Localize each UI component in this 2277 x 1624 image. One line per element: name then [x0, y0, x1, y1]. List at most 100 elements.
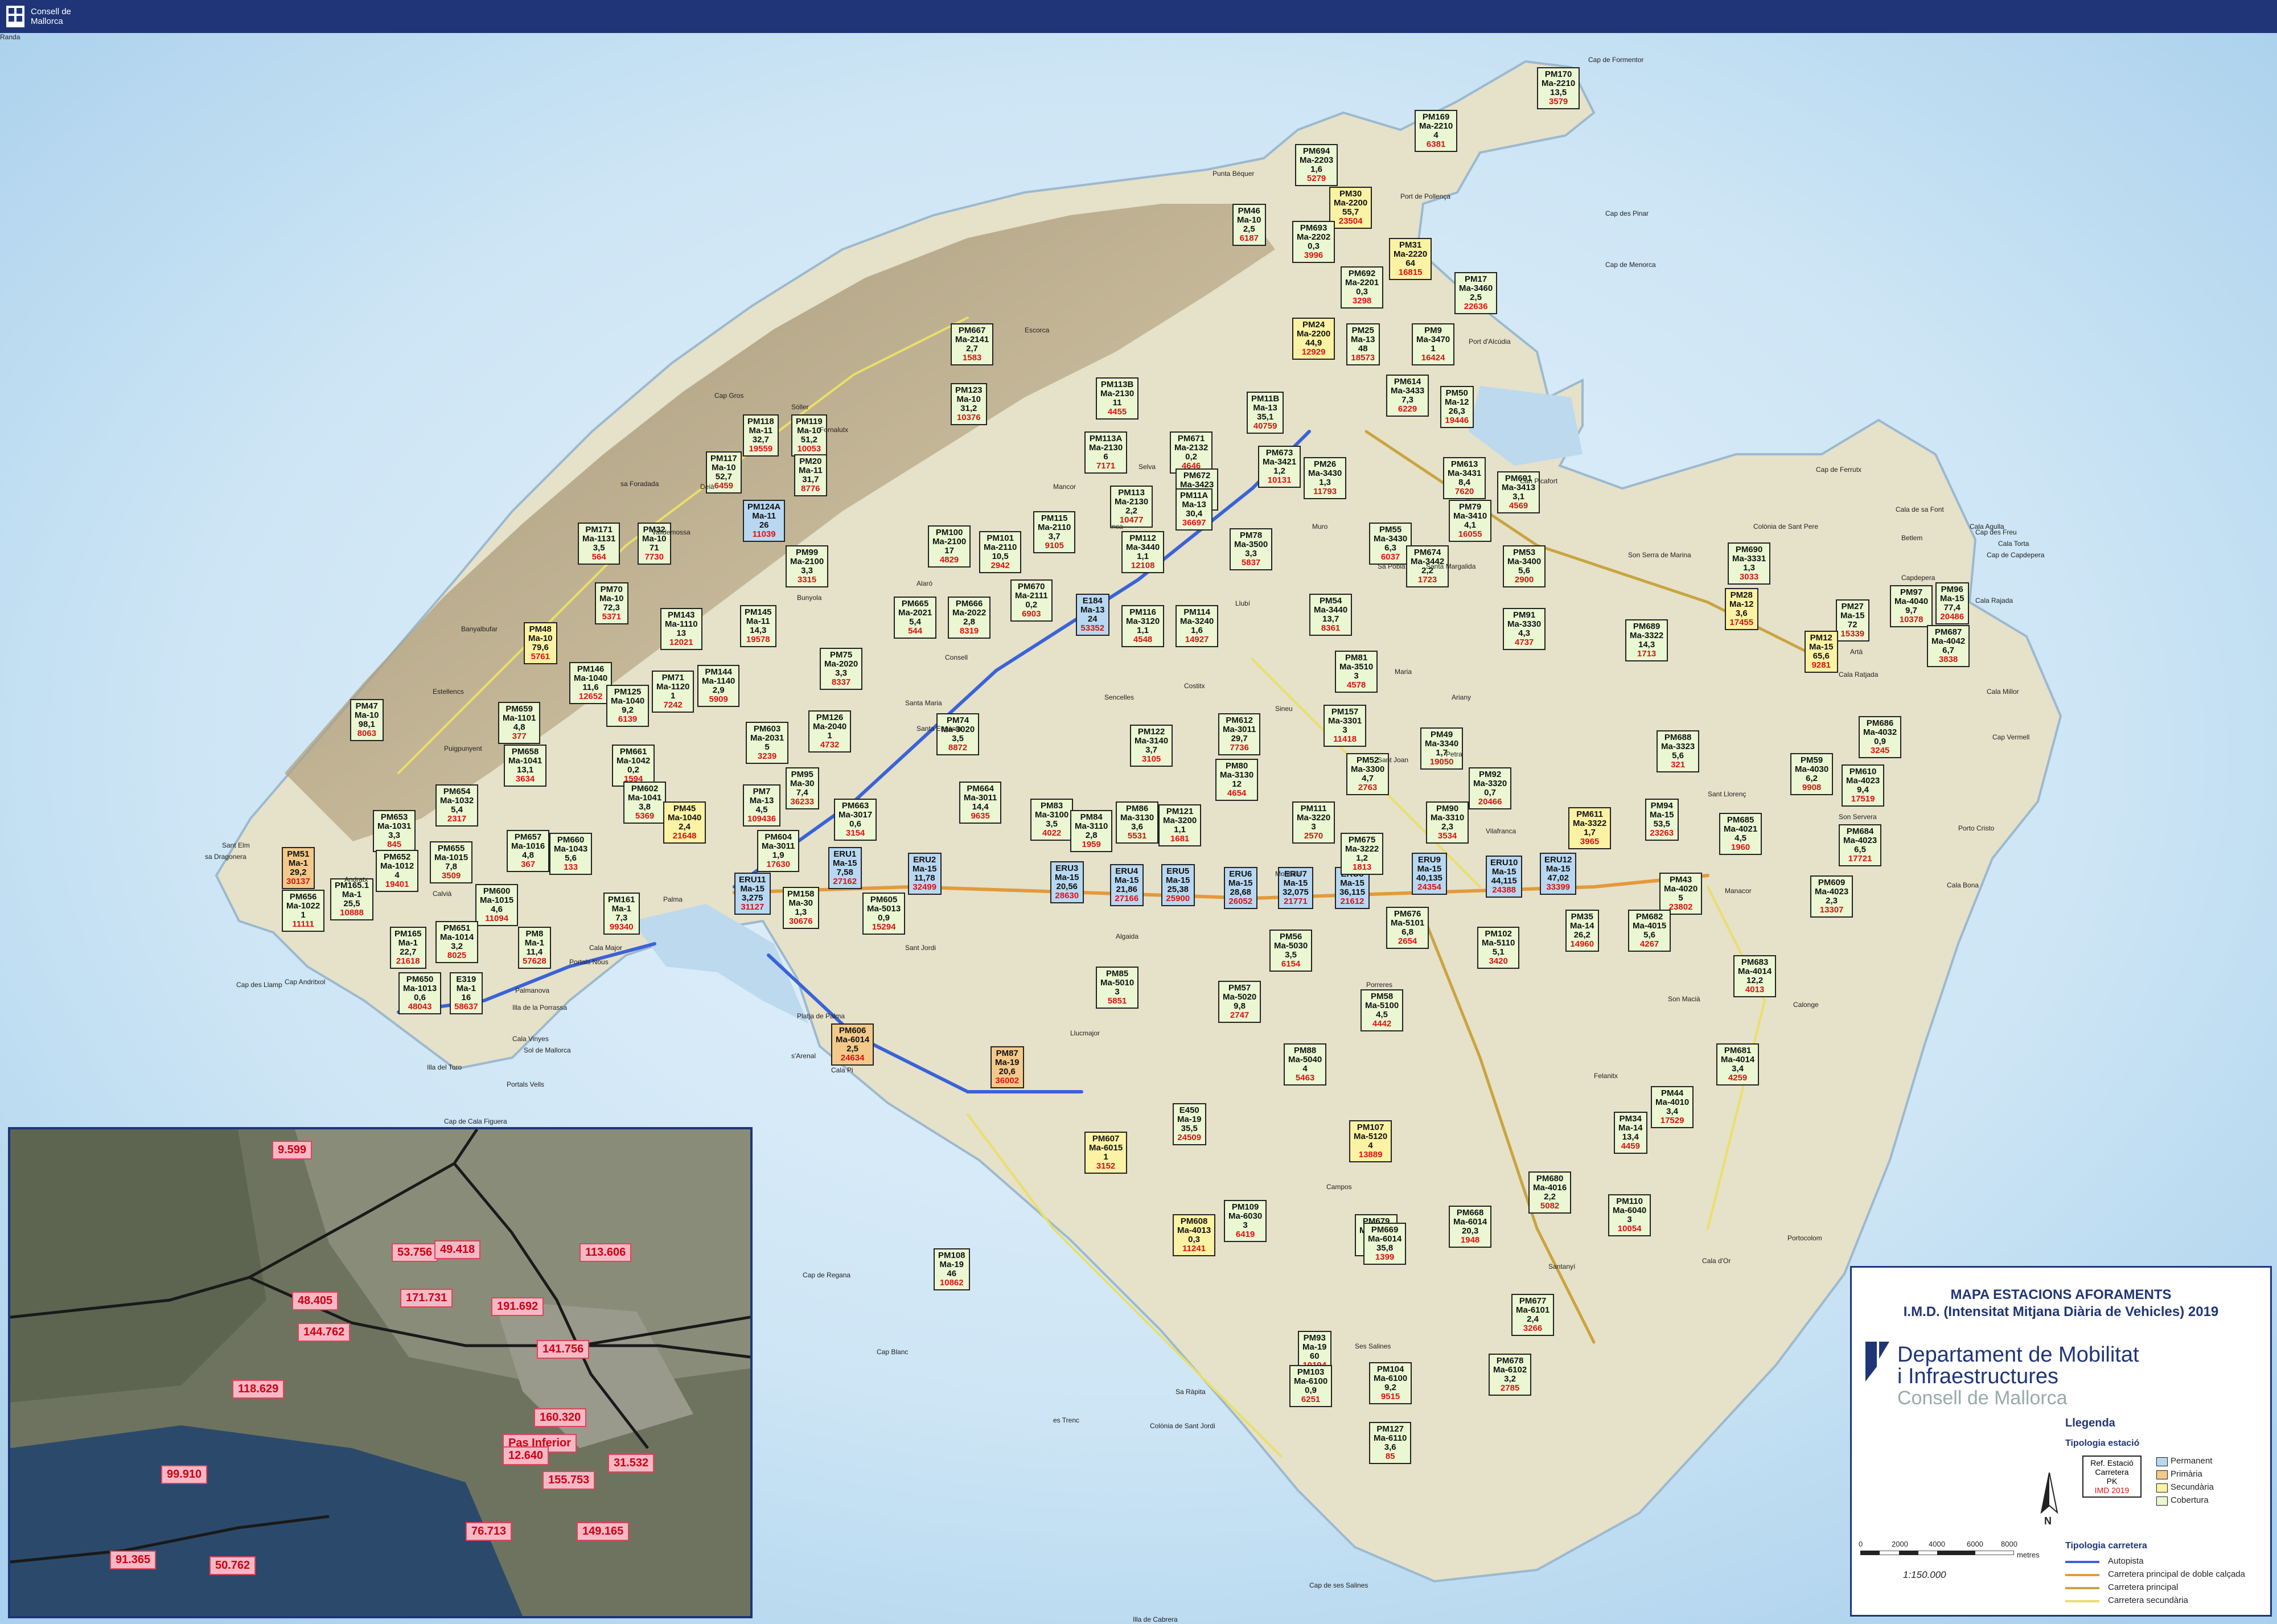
- station-pm30[interactable]: PM30 Ma-2200 55,7 23504: [1329, 187, 1372, 229]
- station-pm12[interactable]: PM12 Ma-15 65,6 9281: [1805, 631, 1838, 673]
- station-pm611[interactable]: PM611 Ma-3322 1,7 3965: [1568, 807, 1612, 849]
- station-pm658[interactable]: PM658 Ma-1041 13,1 3634: [504, 745, 547, 787]
- palma-inset-map[interactable]: 9.599 53.756 49.418 113.606 48.405 171.731 191…: [8, 1127, 753, 1618]
- station-pm170[interactable]: PM170 Ma-2210 13,5 3579: [1537, 67, 1580, 109]
- station-eru9[interactable]: ERU9 Ma-15 40,135 24354: [1412, 853, 1447, 895]
- station-pm34[interactable]: PM34 Ma-14 13,4 4459: [1614, 1112, 1647, 1154]
- station-pm112[interactable]: PM112 Ma-3440 1,1 12108: [1121, 531, 1165, 573]
- station-pm606[interactable]: PM606 Ma-6014 2,5 24634: [831, 1023, 874, 1066]
- station-pm59[interactable]: PM59 Ma-4030 6,2 9908: [1790, 753, 1834, 795]
- station-eru4[interactable]: ERU4 Ma-15 21,86 27166: [1110, 864, 1144, 906]
- station-pm17[interactable]: PM17 Ma-3460 2,5 22636: [1454, 272, 1498, 314]
- station-pm45[interactable]: PM45 Ma-1040 2,4 21648: [663, 801, 706, 844]
- station-pm46[interactable]: PM46 Ma-10 2,5 6187: [1232, 204, 1266, 246]
- station-pm661[interactable]: PM661 Ma-1042 0,2 1594: [612, 745, 655, 787]
- station-pm652[interactable]: PM652 Ma-1012 4 19401: [376, 850, 419, 892]
- station-pm165-1[interactable]: PM165.1 Ma-1 25,5 10888: [330, 878, 374, 920]
- station-pm97[interactable]: PM97 Ma-4040 9,7 10378: [1890, 585, 1933, 627]
- station-pm31[interactable]: PM31 Ma-2220 64 16815: [1389, 238, 1432, 280]
- station-pm610[interactable]: PM610 Ma-4023 9,4 17519: [1842, 764, 1885, 807]
- station-pm607[interactable]: PM607 Ma-6015 1 3152: [1084, 1132, 1128, 1174]
- station-pm663[interactable]: PM663 Ma-3017 0,6 3154: [834, 799, 877, 841]
- station-pm600[interactable]: PM600 Ma-1015 4,6 11094: [475, 884, 519, 926]
- station-pm92[interactable]: PM92 Ma-3320 0,7 20466: [1469, 767, 1512, 809]
- station-pm684[interactable]: PM684 Ma-4023 6,5 17721: [1839, 824, 1882, 866]
- station-pm50[interactable]: PM50 Ma-12 26,3 19446: [1440, 386, 1474, 428]
- station-pm693[interactable]: PM693 Ma-2202 0,3 3996: [1292, 221, 1335, 263]
- station-pm74[interactable]: PM74 Ma-3020 3,5 8872: [936, 713, 980, 755]
- station-pm11b[interactable]: PM11B Ma-13 35,1 40759: [1247, 392, 1284, 434]
- station-pm670[interactable]: PM670 Ma-2111 0,2 6903: [1010, 579, 1053, 622]
- station-pm113[interactable]: PM113 Ma-2130 2,2 10477: [1110, 486, 1153, 528]
- station-pm683[interactable]: PM683 Ma-4014 12,2 4013: [1733, 955, 1777, 997]
- station-pm613[interactable]: PM613 Ma-3431 8,4 7620: [1443, 457, 1486, 499]
- station-pm83[interactable]: PM83 Ma-3100 3,5 4022: [1030, 799, 1074, 841]
- station-pm81[interactable]: PM81 Ma-3510 3 4578: [1335, 651, 1378, 693]
- station-pm680[interactable]: PM680 Ma-4016 2,2 5082: [1528, 1171, 1572, 1214]
- station-eru10[interactable]: ERU10 Ma-15 44,115 24388: [1486, 856, 1523, 898]
- station-pm49[interactable]: PM49 Ma-3340 1,7 19050: [1420, 727, 1464, 770]
- station-pm671[interactable]: PM671 Ma-2132 0,2 4646: [1170, 431, 1213, 474]
- station-pm26[interactable]: PM26 Ma-3430 1,3 11793: [1304, 457, 1347, 499]
- station-pm113a[interactable]: PM113A Ma-2130 6 7171: [1084, 431, 1128, 474]
- station-pm111[interactable]: PM111 Ma-3220 3 2570: [1292, 801, 1335, 844]
- station-eru3[interactable]: ERU3 Ma-15 20,56 28630: [1050, 861, 1084, 903]
- station-pm113b[interactable]: PM113B Ma-2130 11 4455: [1096, 377, 1139, 420]
- station-pm11a[interactable]: PM11A Ma-13 30,4 36697: [1176, 488, 1213, 531]
- station-pm115[interactable]: PM115 Ma-2110 3,7 9105: [1033, 511, 1076, 553]
- station-pm80[interactable]: PM80 Ma-3130 12 4654: [1215, 759, 1259, 801]
- station-e184[interactable]: E184 Ma-13 24 53352: [1076, 594, 1109, 636]
- station-pm102[interactable]: PM102 Ma-5110 5,1 3420: [1477, 927, 1520, 969]
- station-pm8[interactable]: PM8 Ma-1 11,4 57628: [518, 927, 551, 969]
- station-pm124a[interactable]: PM124A Ma-11 26 11039: [743, 500, 786, 542]
- station-pm682[interactable]: PM682 Ma-4015 5,6 4267: [1628, 910, 1671, 952]
- station-pm157[interactable]: PM157 Ma-3301 3 11418: [1324, 705, 1367, 747]
- station-pm653[interactable]: PM653 Ma-1031 3,3 845: [373, 810, 416, 852]
- station-pm99[interactable]: PM99 Ma-2100 3,3 3315: [786, 545, 829, 587]
- station-pm605[interactable]: PM605 Ma-5013 0,9 15294: [862, 893, 906, 935]
- station-pm692[interactable]: PM692 Ma-2201 0,3 3298: [1341, 266, 1384, 309]
- station-pm44[interactable]: PM44 Ma-4010 3,4 17529: [1651, 1086, 1694, 1128]
- station-pm668[interactable]: PM668 Ma-6014 20,3 1948: [1449, 1206, 1492, 1248]
- station-pm689[interactable]: PM689 Ma-3322 14,3 1713: [1625, 619, 1668, 661]
- station-pm657[interactable]: PM657 Ma-1016 4,8 367: [507, 830, 550, 872]
- station-pm675[interactable]: PM675 Ma-3222 1,2 1813: [1341, 833, 1384, 875]
- station-pm687[interactable]: PM687 Ma-4042 6,7 3838: [1927, 625, 1970, 667]
- station-pm91[interactable]: PM91 Ma-3330 4,3 4737: [1503, 608, 1546, 650]
- station-pm686[interactable]: PM686 Ma-4032 0,9 3245: [1859, 716, 1902, 758]
- station-pm612[interactable]: PM612 Ma-3011 29,7 7736: [1218, 713, 1261, 755]
- station-pm88[interactable]: PM88 Ma-5040 4 5463: [1284, 1043, 1327, 1086]
- station-pm122[interactable]: PM122 Ma-3140 3,7 3105: [1130, 725, 1173, 767]
- station-pm104[interactable]: PM104 Ma-6100 9,2 9515: [1369, 1362, 1412, 1404]
- station-pm123[interactable]: PM123 Ma-10 31,2 10376: [951, 383, 987, 425]
- station-pm24[interactable]: PM24 Ma-2200 44,9 12929: [1292, 318, 1335, 360]
- station-pm655[interactable]: PM655 Ma-1015 7,8 3509: [430, 841, 473, 883]
- station-pm656[interactable]: PM656 Ma-1022 1 11111: [282, 890, 325, 932]
- station-pm51[interactable]: PM51 Ma-1 29,2 30137: [282, 847, 315, 889]
- station-pm677[interactable]: PM677 Ma-6101 2,4 3266: [1511, 1294, 1555, 1336]
- station-pm669[interactable]: PM669 Ma-6014 35,8 1399: [1363, 1223, 1407, 1265]
- station-pm48[interactable]: PM48 Ma-10 79,6 5761: [524, 622, 557, 664]
- station-pm688[interactable]: PM688 Ma-3323 5,6 321: [1657, 730, 1700, 772]
- station-pm650[interactable]: PM650 Ma-1013 0,6 48043: [398, 972, 442, 1014]
- station-pm145[interactable]: PM145 Ma-11 14,3 19578: [740, 605, 776, 647]
- station-pm678[interactable]: PM678 Ma-6102 3,2 2785: [1489, 1354, 1532, 1396]
- station-pm667[interactable]: PM667 Ma-2141 2,7 1583: [951, 323, 994, 365]
- station-pm116[interactable]: PM116 Ma-3120 1,1 4548: [1121, 605, 1165, 647]
- station-pm125[interactable]: PM125 Ma-1040 9,2 6139: [606, 685, 650, 727]
- station-pm75[interactable]: PM75 Ma-2020 3,3 8337: [820, 648, 863, 690]
- station-pm54[interactable]: PM54 Ma-3440 13,7 8361: [1309, 594, 1353, 636]
- station-pm121[interactable]: PM121 Ma-3200 1,1 1681: [1158, 804, 1202, 846]
- station-pm146[interactable]: PM146 Ma-1040 11,6 12652: [569, 662, 613, 704]
- station-pm90[interactable]: PM90 Ma-3310 2,3 3534: [1426, 801, 1469, 844]
- station-pm665[interactable]: PM665 Ma-2021 5,4 544: [894, 597, 937, 639]
- station-pm28[interactable]: PM28 Ma-12 3,6 17455: [1725, 588, 1758, 630]
- station-pm604[interactable]: PM604 Ma-3011 1,9 17630: [757, 830, 800, 872]
- station-pm84[interactable]: PM84 Ma-3110 2,8 1959: [1070, 810, 1113, 852]
- station-pm70[interactable]: PM70 Ma-10 72,3 5371: [595, 582, 628, 624]
- station-pm143[interactable]: PM143 Ma-1110 13 12021: [660, 608, 702, 650]
- station-pm114[interactable]: PM114 Ma-3240 1,6 14927: [1176, 605, 1219, 647]
- station-pm87[interactable]: PM87 Ma-19 20,6 36002: [990, 1046, 1024, 1088]
- station-pm654[interactable]: PM654 Ma-1032 5,4 2317: [435, 784, 479, 827]
- station-pm109[interactable]: PM109 Ma-6030 3 6419: [1224, 1200, 1267, 1242]
